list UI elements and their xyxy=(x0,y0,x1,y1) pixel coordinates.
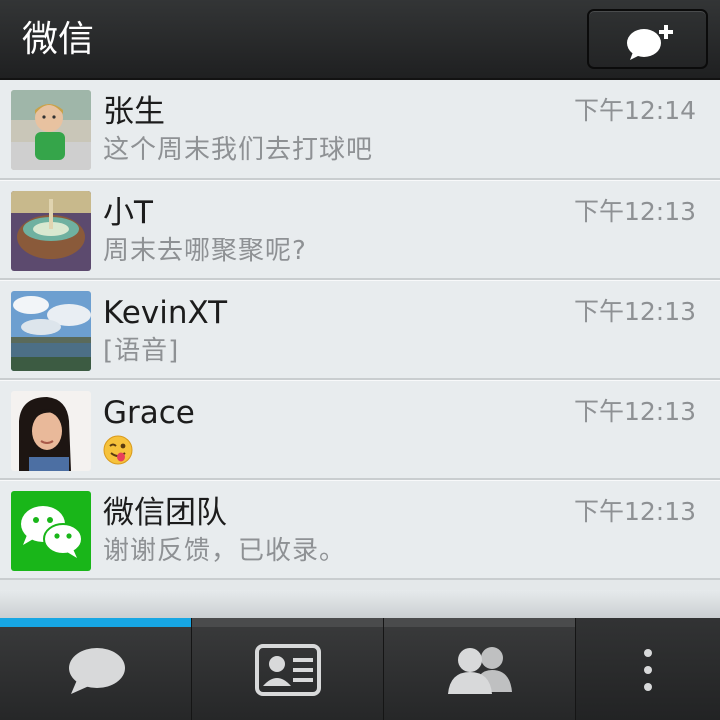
tab-friends[interactable] xyxy=(384,618,576,720)
avatar xyxy=(11,191,91,271)
message-preview: 周末去哪聚聚呢? xyxy=(103,236,307,266)
chat-row[interactable]: 小T 周末去哪聚聚呢? 下午12:13 xyxy=(0,180,720,280)
contact-name: 微信团队 xyxy=(103,495,227,531)
friends-icon xyxy=(448,647,512,694)
timestamp: 下午12:13 xyxy=(573,197,696,226)
message-preview: 这个周末我们去打球吧 xyxy=(103,135,374,165)
more-menu-button[interactable] xyxy=(576,618,720,720)
chat-list: 张生 这个周末我们去打球吧 下午12:14 小T 周末去哪聚聚呢? 下午12:1… xyxy=(0,80,720,580)
chat-row[interactable]: 张生 这个周末我们去打球吧 下午12:14 xyxy=(0,80,720,180)
more-vertical-icon xyxy=(644,649,652,691)
wechat-logo-icon xyxy=(11,491,91,571)
tab-contacts[interactable] xyxy=(192,618,384,720)
contact-name: KevinXT xyxy=(103,295,228,331)
message-preview: 谢谢反馈，已收录。 xyxy=(103,536,347,566)
avatar xyxy=(11,491,91,571)
timestamp: 下午12:13 xyxy=(573,297,696,326)
bottom-tab-bar xyxy=(0,618,720,720)
chat-row[interactable]: 微信团队 谢谢反馈，已收录。 下午12:13 xyxy=(0,480,720,580)
new-chat-button[interactable] xyxy=(587,9,708,69)
contact-card-icon xyxy=(255,644,321,696)
winking-tongue-emoji xyxy=(103,435,133,465)
chat-bubble-icon xyxy=(69,648,125,694)
app-header: 微信 xyxy=(0,0,720,80)
contact-name: 张生 xyxy=(103,94,165,130)
timestamp: 下午12:14 xyxy=(573,96,696,125)
chat-row[interactable]: KevinXT [语音] 下午12:13 xyxy=(0,280,720,380)
timestamp: 下午12:13 xyxy=(573,397,696,426)
avatar xyxy=(11,90,91,170)
new-chat-icon xyxy=(627,25,673,60)
avatar xyxy=(11,391,91,471)
tab-active-indicator xyxy=(0,618,191,627)
chat-row[interactable]: Grace 下午12:13 xyxy=(0,380,720,480)
message-preview: [语音] xyxy=(103,336,180,366)
timestamp: 下午12:13 xyxy=(573,497,696,526)
avatar xyxy=(11,291,91,371)
list-bottom-shadow xyxy=(0,590,720,620)
page-title: 微信 xyxy=(22,19,95,60)
contact-name: Grace xyxy=(103,395,195,431)
tab-chats[interactable] xyxy=(0,618,192,720)
contact-name: 小T xyxy=(103,195,153,231)
